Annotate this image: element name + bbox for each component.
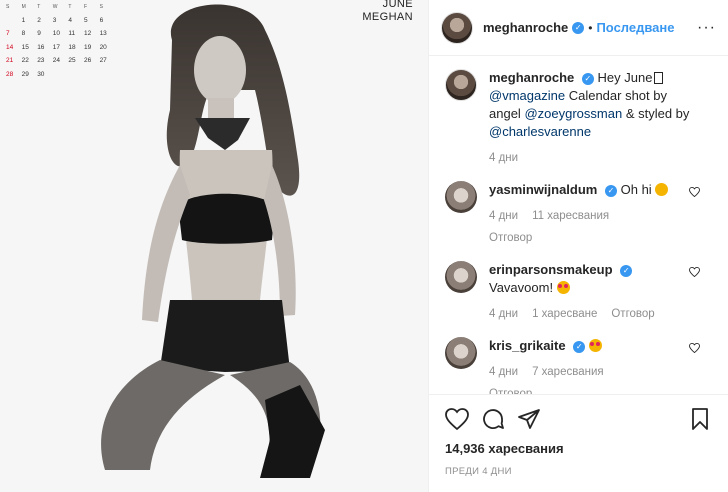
avatar[interactable] <box>445 181 477 213</box>
like-heart-icon[interactable] <box>445 407 469 431</box>
verified-badge-icon: ✓ <box>573 340 586 353</box>
comment-time[interactable]: 4 дни <box>489 363 518 381</box>
verified-badge-icon: ✓ <box>581 72 594 85</box>
heart-eyes-emoji-icon <box>556 281 570 294</box>
comment-meta: 4 дни 1 харесване Отговор <box>489 305 692 323</box>
follow-button[interactable]: Последване <box>596 20 674 35</box>
comment-item: kris_grikaite ✓ 4 дни 7 харесвания Отгов… <box>445 337 712 394</box>
caption-body: meghanroche ✓ Hey June @vmagazine Calend… <box>489 69 712 167</box>
day: 15 <box>21 43 29 51</box>
caption-username[interactable]: meghanroche <box>489 70 574 85</box>
comment-text: Oh hi <box>620 182 652 197</box>
comment-item: yasminwijnaldum ✓ Oh hi 4 дни 11 харесва… <box>445 181 712 247</box>
comments-list: meghanroche ✓ Hey June @vmagazine Calend… <box>429 57 728 394</box>
day: 21 <box>6 57 14 65</box>
day: 29 <box>21 70 29 78</box>
comment-username[interactable]: erinparsonsmakeup <box>489 262 613 277</box>
heart-icon[interactable] <box>689 187 700 197</box>
caption-text: Hey June <box>597 70 653 85</box>
verified-badge-icon: ✓ <box>605 184 617 197</box>
day: 16 <box>37 43 45 51</box>
comment-likes[interactable]: 11 харесвания <box>532 207 609 225</box>
day: 2 <box>37 16 41 24</box>
comment-likes[interactable]: 7 харесвания <box>532 363 604 381</box>
comment-time[interactable]: 4 дни <box>489 207 518 225</box>
avatar[interactable] <box>445 337 477 369</box>
day: 23 <box>37 57 45 65</box>
waving-emoji-icon <box>655 183 669 196</box>
comment-time[interactable]: 4 дни <box>489 305 518 323</box>
header-username[interactable]: meghanroche <box>483 20 568 35</box>
day: 9 <box>37 30 41 38</box>
likes-count[interactable]: 14,936 харесвания <box>445 441 712 456</box>
comment-body: yasminwijnaldum ✓ Oh hi 4 дни 11 харесва… <box>489 181 712 247</box>
heart-icon[interactable] <box>689 343 700 353</box>
mention-link[interactable]: @zoeygrossman <box>524 106 622 121</box>
avatar[interactable] <box>445 261 477 293</box>
comment-body: erinparsonsmakeup ✓ Vavavoom! 4 дни 1 ха… <box>489 261 712 323</box>
mention-link[interactable]: @charlesvarenne <box>489 124 591 139</box>
day: 28 <box>6 70 14 78</box>
bookmark-icon[interactable] <box>688 407 712 431</box>
day: 14 <box>6 43 14 51</box>
caption-text: & styled by <box>625 106 690 121</box>
share-paper-plane-icon[interactable] <box>517 407 541 431</box>
weekday: S <box>6 3 10 10</box>
comment-username[interactable]: kris_grikaite <box>489 338 566 353</box>
comment-item: erinparsonsmakeup ✓ Vavavoom! 4 дни 1 ха… <box>445 261 712 323</box>
avatar[interactable] <box>441 11 473 44</box>
comment-meta: 4 дни 7 харесвания <box>489 363 692 381</box>
verified-badge-icon: ✓ <box>572 21 585 34</box>
weekday: M <box>21 3 26 10</box>
caption: meghanroche ✓ Hey June @vmagazine Calend… <box>445 69 712 167</box>
avatar[interactable] <box>445 69 477 101</box>
heart-icon[interactable] <box>689 267 700 277</box>
caption-meta: 4 дни <box>489 149 692 167</box>
comment-bubble-icon[interactable] <box>481 407 505 431</box>
day: 7 <box>6 30 10 38</box>
comment-likes[interactable]: 1 харесване <box>532 305 597 323</box>
heart-eyes-emoji-icon <box>588 339 602 352</box>
comment-username[interactable]: yasminwijnaldum <box>489 182 597 197</box>
verified-badge-icon: ✓ <box>620 264 633 277</box>
comment-meta: 4 дни 11 харесвания <box>489 207 692 225</box>
post-side-panel: meghanroche ✓ • Последване ··· meghanroc… <box>428 0 728 492</box>
reply-button[interactable]: Отговор <box>489 385 692 394</box>
ellipsis-icon[interactable]: ··· <box>697 19 716 37</box>
reply-button[interactable]: Отговор <box>489 229 692 247</box>
day: 1 <box>21 16 26 24</box>
caption-time[interactable]: 4 дни <box>489 149 518 167</box>
post-photo[interactable]: S M T W T F S 123456 7 8 9 10 11 12 13 14 15 16 1… <box>0 0 428 492</box>
separator-dot: • <box>588 20 593 35</box>
unknown-glyph-icon <box>654 72 664 84</box>
weekday: T <box>37 3 41 10</box>
day: 8 <box>21 30 26 38</box>
reply-button[interactable]: Отговор <box>611 305 654 323</box>
post-header: meghanroche ✓ • Последване ··· <box>429 0 728 56</box>
day: 22 <box>21 57 29 65</box>
day: 30 <box>37 70 45 78</box>
action-icons <box>445 403 712 435</box>
comment-text: Vavavoom! <box>489 280 554 295</box>
comment-body: kris_grikaite ✓ 4 дни 7 харесвания Отгов… <box>489 337 712 394</box>
mention-link[interactable]: @vmagazine <box>489 88 565 103</box>
post-actions: 14,936 харесвания ПРЕДИ 4 ДНИ <box>429 394 728 492</box>
post-timestamp[interactable]: ПРЕДИ 4 ДНИ <box>445 466 712 477</box>
model-figure <box>101 4 325 478</box>
